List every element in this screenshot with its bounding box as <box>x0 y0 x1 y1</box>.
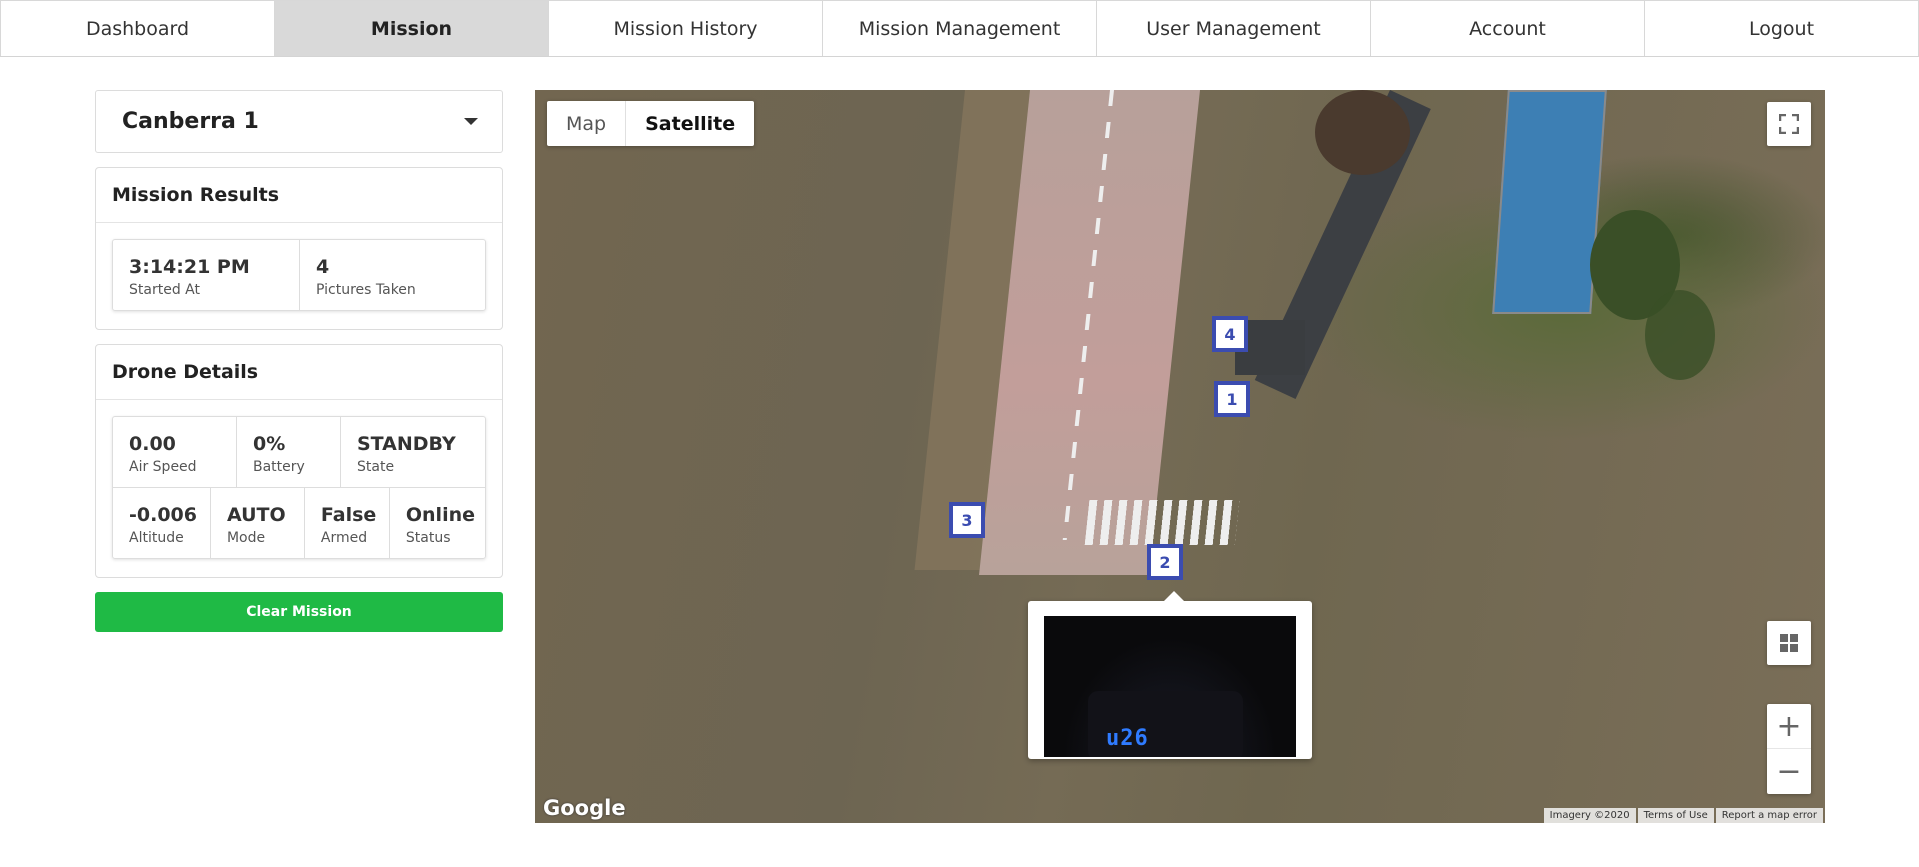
google-logo: Google <box>543 796 626 820</box>
altitude-value: -0.006 <box>129 504 197 526</box>
waypoint-marker-2[interactable]: 2 <box>1147 544 1183 580</box>
mode-value: AUTO <box>226 504 286 526</box>
mission-select[interactable]: Canberra 1 <box>95 90 503 153</box>
terms-of-use-link[interactable]: Terms of Use <box>1637 808 1714 823</box>
fullscreen-icon <box>1779 114 1799 134</box>
started-at-label: Started At <box>129 282 200 298</box>
map-type-satellite-button[interactable]: Satellite <box>625 101 754 146</box>
imagery-credit: Imagery ©2020 <box>1543 808 1636 823</box>
waypoint-marker-3[interactable]: 3 <box>949 502 985 538</box>
report-map-error-link[interactable]: Report a map error <box>1715 808 1823 823</box>
tab-mission-management[interactable]: Mission Management <box>822 0 1097 56</box>
clear-mission-button[interactable]: Clear Mission <box>95 592 503 632</box>
photo-popup: u26 <box>1028 591 1312 759</box>
pool <box>1492 90 1607 314</box>
armed-value: False <box>320 504 377 526</box>
armed-cell: False Armed <box>303 488 389 558</box>
mission-results-grid: 3:14:21 PM Started At 4 Pictures Taken <box>112 239 486 311</box>
chevron-down-icon <box>464 118 478 125</box>
zoom-out-button[interactable]: − <box>1767 749 1811 794</box>
tab-account[interactable]: Account <box>1370 0 1645 56</box>
runway-threshold <box>1084 500 1240 545</box>
zoom-control: + − <box>1767 704 1811 794</box>
started-at-cell: 3:14:21 PM Started At <box>113 240 299 310</box>
grid-icon <box>1780 634 1798 652</box>
pictures-taken-value: 4 <box>316 256 330 278</box>
started-at-value: 3:14:21 PM <box>129 256 250 278</box>
state-cell: STANDBY State <box>340 417 485 487</box>
state-value: STANDBY <box>357 433 456 455</box>
armed-label: Armed <box>320 530 368 546</box>
mode-label: Mode <box>226 530 266 546</box>
waypoint-marker-4[interactable]: 4 <box>1212 316 1248 352</box>
tab-mission-history[interactable]: Mission History <box>548 0 823 56</box>
tab-user-management[interactable]: User Management <box>1096 0 1371 56</box>
mission-results-title: Mission Results <box>96 168 502 223</box>
map-attribution: Imagery ©2020 Terms of Use Report a map … <box>1542 808 1823 823</box>
altitude-cell: -0.006 Altitude <box>113 488 210 558</box>
altitude-label: Altitude <box>129 530 184 546</box>
state-label: State <box>357 459 395 475</box>
tab-mission[interactable]: Mission <box>274 0 549 56</box>
air-speed-cell: 0.00 Air Speed <box>113 417 236 487</box>
battery-label: Battery <box>253 459 305 475</box>
photo-digits: u26 <box>1106 726 1149 751</box>
status-label: Status <box>405 530 451 546</box>
mission-results-card: Mission Results 3:14:21 PM Started At 4 … <box>95 167 503 330</box>
left-panel: Canberra 1 Mission Results 3:14:21 PM St… <box>95 90 503 632</box>
drone-details-grid: 0.00 Air Speed 0% Battery STANDBY State … <box>112 416 486 559</box>
fullscreen-button[interactable] <box>1767 102 1811 146</box>
mode-cell: AUTO Mode <box>209 488 304 558</box>
tab-logout[interactable]: Logout <box>1644 0 1919 56</box>
status-value: Online <box>405 504 475 526</box>
zoom-in-button[interactable]: + <box>1767 704 1811 749</box>
mission-select-value: Canberra 1 <box>122 109 259 134</box>
satellite-map[interactable]: Map Satellite + − 4 1 3 2 u26 Google Ima… <box>535 90 1825 823</box>
air-speed-label: Air Speed <box>129 459 197 475</box>
waypoint-marker-1[interactable]: 1 <box>1214 381 1250 417</box>
tab-dashboard[interactable]: Dashboard <box>0 0 275 56</box>
pictures-taken-label: Pictures Taken <box>316 282 416 298</box>
air-speed-value: 0.00 <box>129 433 176 455</box>
captured-photo[interactable]: u26 <box>1044 616 1296 757</box>
map-type-map-button[interactable]: Map <box>547 101 625 146</box>
tree <box>1315 90 1410 175</box>
layers-button[interactable] <box>1767 621 1811 665</box>
top-nav: Dashboard Mission Mission History Missio… <box>0 0 1919 57</box>
tree <box>1645 290 1715 380</box>
status-cell: Online Status <box>388 488 485 558</box>
pictures-taken-cell: 4 Pictures Taken <box>299 240 485 310</box>
battery-cell: 0% Battery <box>236 417 340 487</box>
map-type-control: Map Satellite <box>547 101 755 146</box>
drone-details-title: Drone Details <box>96 345 502 400</box>
battery-value: 0% <box>253 433 286 455</box>
drone-details-card: Drone Details 0.00 Air Speed 0% Battery … <box>95 344 503 578</box>
